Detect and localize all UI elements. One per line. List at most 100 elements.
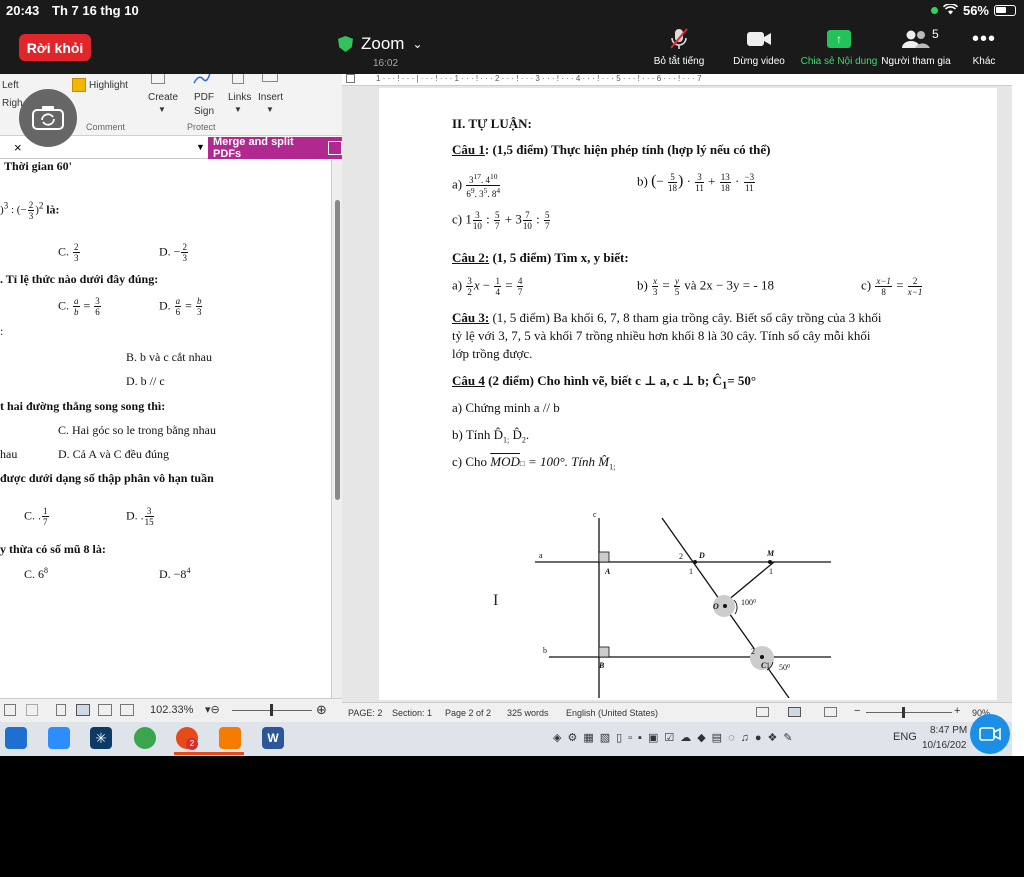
document-page: II. TỰ LUẬN: Câu 1: (1,5 điểm) Thực hiện…	[379, 88, 997, 700]
tray-time[interactable]: 8:47 PM	[930, 725, 967, 736]
question-1b: b) (− 5 18) · 3 11 + 13 18 · −3 11	[637, 172, 756, 193]
mute-button[interactable]: Bỏ tắt tiếng	[648, 28, 710, 67]
zoom-out-icon[interactable]: ▾⊖	[205, 703, 220, 716]
pdf-line: C. Hai góc so le trong bằng nhau	[58, 423, 216, 437]
zoom-in-icon[interactable]: ⊕	[316, 702, 327, 718]
status-section[interactable]: Section: 1	[392, 708, 432, 718]
word-zoom-thumb[interactable]	[902, 707, 905, 718]
status-language[interactable]: English (United States)	[566, 708, 658, 718]
input-language[interactable]: ENG	[893, 731, 917, 743]
meeting-title[interactable]: Zoom ⌄	[338, 34, 423, 54]
participants-button[interactable]: Người tham gia	[880, 28, 952, 67]
continuous-page-icon[interactable]	[76, 704, 90, 716]
more-button[interactable]: ••• Khác	[960, 28, 1008, 68]
pdf-line: . Tỉ lệ thức nào dưới đây đúng:	[0, 272, 159, 286]
links-button[interactable]: Links	[228, 92, 251, 103]
insert-icon	[262, 74, 278, 82]
label-angle-1c: 1	[766, 661, 770, 670]
word-app-icon[interactable]: W	[262, 727, 284, 749]
orange-app-icon[interactable]	[219, 727, 241, 749]
chevron-down-icon[interactable]: ▼	[196, 142, 205, 152]
pdf-line: )3 : (− 2 3)2 là:	[0, 200, 60, 221]
question-2a: a) 32x − 14 = 47	[452, 276, 524, 297]
zoom-level[interactable]: 102.33%	[150, 704, 193, 716]
pdf-sign-label-2[interactable]: Sign	[194, 106, 214, 117]
mail-app-icon[interactable]	[5, 727, 27, 749]
create-button[interactable]: Create	[148, 92, 178, 103]
word-zoom-slider[interactable]	[866, 712, 952, 713]
settings-app-icon[interactable]: ✳	[90, 727, 112, 749]
pdf-line: D. . 3 15	[126, 506, 154, 527]
scrolling-icon[interactable]	[120, 704, 134, 716]
align-left-button[interactable]: Left	[2, 80, 19, 91]
label-angle-1m: 1	[769, 567, 773, 576]
label-angle-50: 50⁰	[779, 663, 790, 672]
pdf-line: C. 68	[24, 566, 49, 581]
pdf-line: D. −84	[159, 566, 191, 581]
highlight-button[interactable]: Highlight	[89, 80, 128, 91]
zoom-in-icon[interactable]: +	[954, 705, 960, 717]
zoom-top-bar: 20:43 Th 7 16 thg 10 56% Rời khỏi Zoom ⌄…	[0, 0, 1024, 74]
status-words[interactable]: 325 words	[507, 708, 549, 718]
zoom-slider-thumb[interactable]	[270, 704, 273, 716]
align-right-button[interactable]: Righ	[2, 98, 23, 109]
text-cursor-icon: I	[493, 592, 499, 609]
word-window: 1 · · · ! · · · | · · · ! · · · 1 · · · …	[342, 74, 1012, 722]
video-camera-icon	[979, 727, 1001, 741]
stop-video-button[interactable]: Dừng video	[728, 28, 790, 67]
scrollbar-thumb[interactable]	[335, 200, 340, 500]
label-M: M	[766, 549, 775, 558]
zoom-out-icon[interactable]: −	[854, 705, 860, 717]
chrome-app-icon[interactable]	[134, 727, 156, 749]
insert-button[interactable]: Insert	[258, 92, 283, 103]
question-1: Câu 1: (1,5 điểm) Thực hiện phép tính (h…	[452, 142, 771, 157]
close-tab-icon[interactable]: ×	[14, 140, 22, 155]
question-3: Câu 3: (1, 5 điểm) Ba khối 6, 7, 8 tham …	[452, 310, 882, 325]
zoom-app-icon[interactable]	[48, 727, 70, 749]
pdf-line: được dưới dạng số thập phân vô hạn tuần	[0, 471, 214, 485]
switch-camera-button[interactable]	[19, 89, 77, 147]
question-4b: b) Tính D̂1; D̂2.	[452, 427, 530, 445]
word-status-bar: PAGE: 2 Section: 1 Page 2 of 2 325 words…	[342, 702, 1012, 722]
pdf-line: y thừa có số mũ 8 là:	[0, 542, 106, 556]
tray-date[interactable]: 10/16/202	[922, 740, 967, 751]
page-view-icon[interactable]	[4, 704, 16, 716]
highlight-icon	[72, 78, 86, 92]
pdf-line: D. Cả A và C đều đúng	[58, 447, 169, 461]
pen-icon	[193, 74, 211, 87]
question-1c: c) 1 3 10 : 57 + 3 7 10 : 57	[452, 210, 551, 231]
camera-rotate-icon	[32, 106, 64, 130]
horizontal-ruler[interactable]: 1 · · · ! · · · | · · · ! · · · 1 · · · …	[342, 74, 1012, 86]
pdf-line: :	[0, 324, 4, 338]
pdf-vertical-scrollbar[interactable]	[331, 160, 342, 698]
question-2b: b) x3 = y5 và 2x − 3y = - 18	[637, 276, 774, 297]
ribbon-group-protect: Protect	[187, 122, 216, 132]
two-page-icon[interactable]	[98, 704, 112, 716]
system-tray-icons[interactable]: ◈⚙▦▧▯▫▪▣☑☁◆▤◌♫●❖✎	[553, 731, 799, 744]
zoom-title-text: Zoom	[361, 34, 405, 53]
pdf-line: Thời gian 60'	[4, 159, 72, 173]
label-B: B	[598, 661, 605, 670]
floating-video-button[interactable]	[970, 714, 1010, 754]
windows-taskbar: ✳ 2 W ◈⚙▦▧▯▫▪▣☑☁◆▤◌♫●❖✎ ENG 8:47 PM 10/1…	[0, 722, 1012, 756]
page-view-icon[interactable]	[26, 704, 38, 716]
web-layout-icon[interactable]	[824, 707, 837, 717]
pdf-line: t hai đường thẳng song song thì:	[0, 399, 166, 413]
read-mode-icon[interactable]	[756, 707, 769, 717]
status-page[interactable]: PAGE: 2	[348, 708, 382, 718]
leave-button[interactable]: Rời khỏi	[19, 34, 91, 61]
status-right: 56%	[930, 3, 1016, 18]
question-3-line2: tỷ lệ với 3, 7, 5 và khối 7 trồng nhiều …	[452, 328, 871, 343]
status-pages[interactable]: Page 2 of 2	[445, 708, 491, 718]
print-layout-icon[interactable]	[788, 707, 801, 717]
single-page-icon[interactable]	[56, 704, 66, 716]
pdf-line: C. ab = 36	[58, 296, 101, 317]
share-content-button[interactable]: ↑ Chia sẻ Nội dung	[798, 28, 880, 67]
tab-stop-icon[interactable]	[346, 74, 355, 83]
participants-icon	[880, 28, 952, 50]
merge-split-pdfs-button[interactable]: Merge and split PDFs	[208, 136, 342, 160]
pdf-sign-label-1[interactable]: PDF	[194, 92, 214, 103]
question-4c: c) Cho MOD□ = 100°. Tính M̂1;	[452, 454, 616, 472]
question-1a: a) 317. 410 69. 35. 84	[452, 172, 501, 199]
share-arrow-icon: ↑	[827, 30, 851, 48]
